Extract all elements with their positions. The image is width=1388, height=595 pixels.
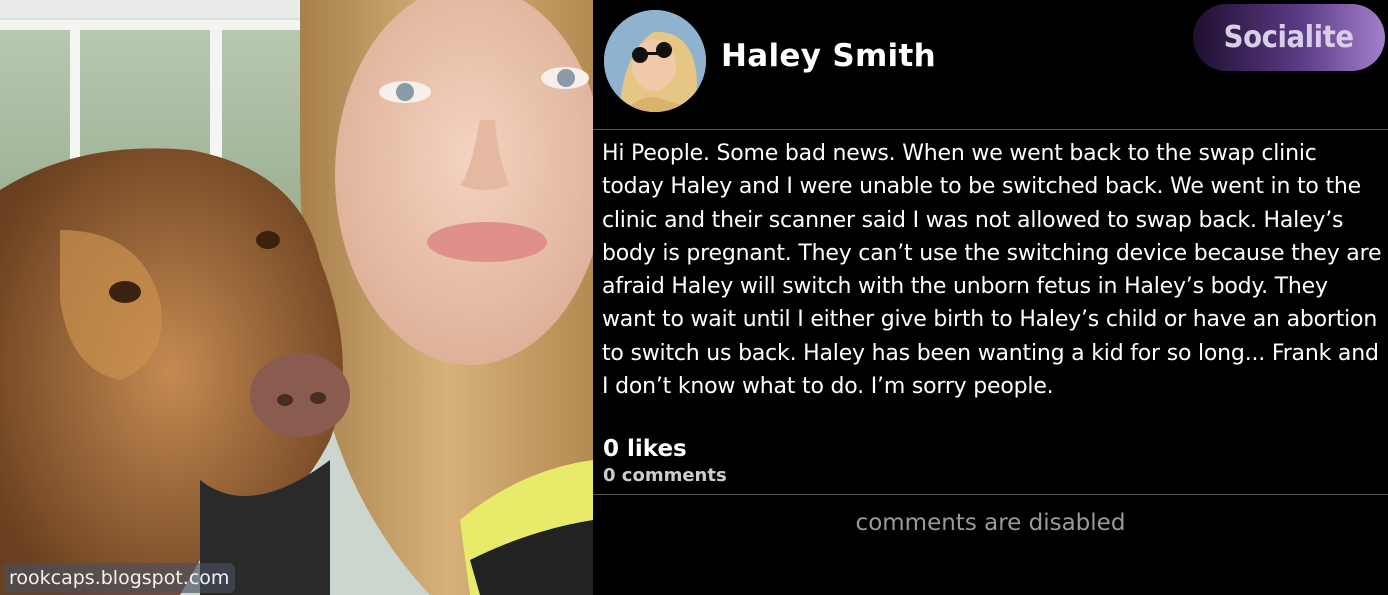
username[interactable]: Haley Smith xyxy=(721,38,936,74)
watermark: rookcaps.blogspot.com xyxy=(3,563,236,593)
post-panel: Haley Smith Socialite Hi People. Some ba… xyxy=(593,0,1388,595)
post-caption: Hi People. Some bad news. When we went b… xyxy=(602,141,1382,400)
post-photo: rookcaps.blogspot.com xyxy=(0,0,593,595)
photo-illustration xyxy=(0,0,593,595)
post-header: Haley Smith Socialite xyxy=(593,0,1388,130)
comments-disabled-notice: comments are disabled xyxy=(855,510,1126,536)
comments-count[interactable]: 0 comments xyxy=(603,465,727,486)
brand-badge: Socialite xyxy=(1193,4,1385,71)
avatar-icon xyxy=(604,10,706,112)
brand-logo-text: Socialite xyxy=(1224,20,1354,55)
likes-count[interactable]: 0 likes xyxy=(603,436,687,462)
avatar[interactable] xyxy=(604,10,706,112)
comments-divider xyxy=(593,494,1388,495)
header-divider xyxy=(593,129,1388,130)
